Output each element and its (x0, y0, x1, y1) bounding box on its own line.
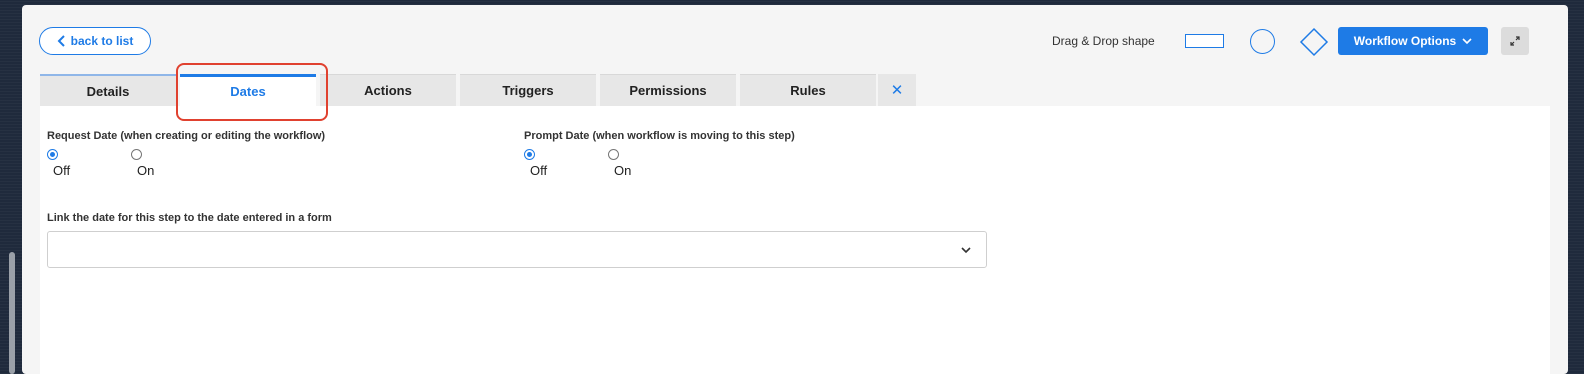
tab-label: Actions (364, 83, 412, 98)
tab-label: Permissions (629, 83, 707, 98)
chevron-down-icon (961, 247, 971, 254)
tab-actions[interactable]: Actions (320, 74, 456, 106)
expand-icon (1510, 36, 1520, 46)
link-date-label: Link the date for this step to the date … (47, 212, 332, 224)
tab-label: Rules (790, 83, 826, 98)
prompt-date-off-label: Off (530, 163, 548, 178)
prompt-date-on-radio[interactable] (608, 149, 619, 160)
drag-drop-shape-label: Drag & Drop shape (1052, 34, 1155, 48)
request-date-on-label: On (137, 163, 155, 178)
tab-permissions[interactable]: Permissions (600, 74, 736, 106)
page-scrollbar[interactable] (9, 252, 15, 374)
request-date-off-label: Off (53, 163, 71, 178)
rectangle-shape-icon[interactable] (1185, 34, 1224, 48)
prompt-date-off-radio[interactable] (524, 149, 535, 160)
back-to-list-label: back to list (70, 34, 134, 48)
tab-details[interactable]: Details (40, 74, 176, 106)
workflow-editor-panel: back to list Drag & Drop shape Workflow … (22, 5, 1568, 374)
dates-tab-content: Request Date (when creating or editing t… (40, 106, 1550, 374)
circle-shape-icon[interactable] (1250, 29, 1275, 54)
prompt-date-on-label: On (614, 163, 632, 178)
link-date-select[interactable] (47, 231, 987, 268)
expand-button[interactable] (1501, 27, 1529, 55)
workflow-options-button[interactable]: Workflow Options (1338, 27, 1488, 55)
tab-dates[interactable]: Dates (180, 74, 316, 106)
request-date-on-radio[interactable] (131, 149, 142, 160)
back-to-list-button[interactable]: back to list (39, 27, 151, 55)
chevron-down-icon (1462, 38, 1472, 45)
tab-label: Dates (230, 84, 266, 99)
tab-rules[interactable]: Rules (740, 74, 876, 106)
tab-triggers[interactable]: Triggers (460, 74, 596, 106)
tab-label: Details (86, 83, 130, 99)
tab-label: Triggers (502, 83, 554, 98)
request-date-off-radio[interactable] (47, 149, 58, 160)
request-date-label: Request Date (when creating or editing t… (47, 130, 326, 142)
chevron-left-icon (57, 35, 65, 47)
workflow-options-label: Workflow Options (1353, 34, 1457, 48)
diamond-shape-icon[interactable] (1299, 27, 1329, 57)
close-icon[interactable]: ✕ (878, 74, 916, 106)
prompt-date-label: Prompt Date (when workflow is moving to … (524, 130, 795, 142)
